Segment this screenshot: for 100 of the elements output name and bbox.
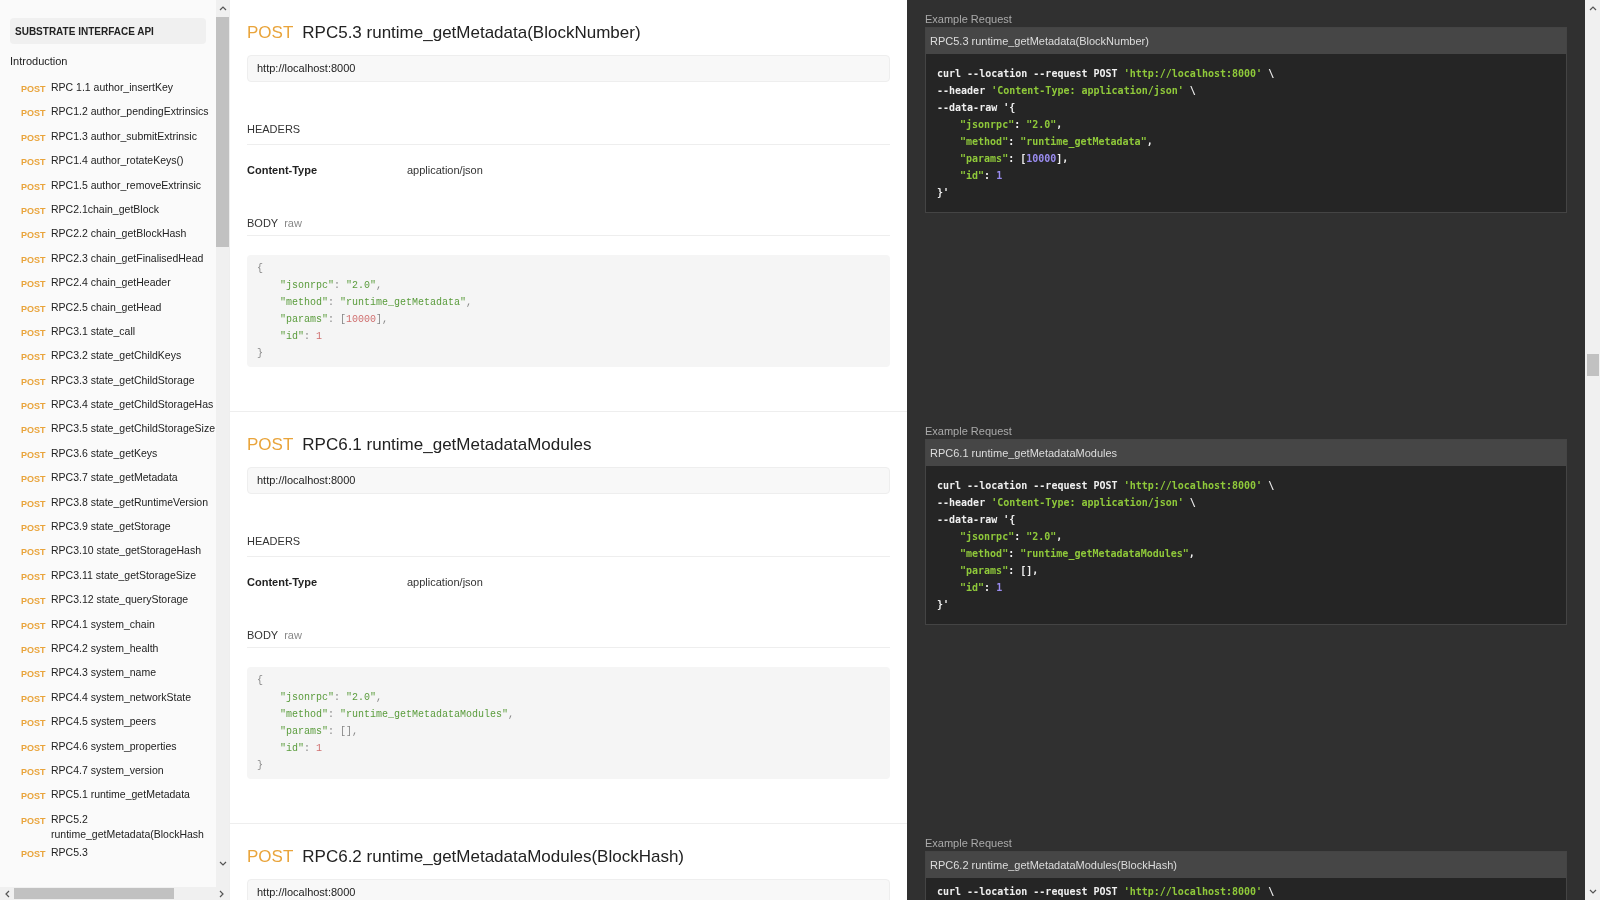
sidebar-item[interactable]: POST RPC1.2 author_pendingExtrinsics [10,101,216,126]
method-label: POST [21,424,47,438]
example-title: RPC6.2 runtime_getMetadataModules(BlockHash) [926,852,1566,878]
sidebar-item[interactable]: POST RPC4.1 system_chain [10,613,216,638]
sidebar-link[interactable]: Introduction [10,53,216,71]
sidebar-item[interactable]: POST RPC1.4 author_rotateKeys() [10,150,216,175]
sidebar-item[interactable]: POST RPC1.5 author_removeExtrinsic [10,174,216,199]
sidebar-item[interactable]: POST RPC2.3 chain_getFinalisedHead [10,247,216,273]
scroll-thumb[interactable] [14,888,174,899]
sidebar-item[interactable]: POST RPC4.3 system_name [10,662,216,687]
method-label: POST [21,644,47,657]
sidebar-item[interactable]: POST RPC3.8 state_getRuntimeVersion [10,491,216,517]
method-label: POST [21,847,47,861]
method-label: POST [21,522,47,536]
scroll-down-icon[interactable] [1588,889,1597,895]
sidebar-item[interactable]: POST RPC3.2 state_getChildKeys [10,345,216,370]
sidebar-item[interactable]: POST RPC3.4 state_getChildStorageHas [10,394,216,419]
sidebar-item[interactable]: POST RPC3.9 state_getStorage [10,516,216,541]
sidebar-item[interactable]: POST RPC5.2 runtime_getMetadata(BlockHash [10,808,216,842]
code-line: "params": [10000], [279,313,389,327]
section-heading: HEADERS [247,535,301,547]
example-label: Example Request [925,12,1013,27]
method-label: POST [21,692,47,706]
header-value: application/json [407,163,483,178]
scroll-thumb[interactable] [1586,354,1599,376]
code-line: "params": [], [959,564,1039,578]
scroll-up-icon[interactable] [1588,5,1597,11]
method-label: POST [21,278,47,292]
method-label: POST [21,326,47,340]
section-heading: BODY [247,215,279,231]
horizontal-scrollbar[interactable] [0,887,229,900]
sidebar-item[interactable]: POST RPC3.11 state_getStorageSize [10,564,216,590]
sidebar-item[interactable]: POST RPC5.3 [10,841,216,867]
code-line: --data-raw '{ [937,101,1016,115]
code-line: } [257,759,263,773]
sidebar-item[interactable]: POST RPC3.10 state_getStorageHash [10,540,216,565]
sidebar-item[interactable]: POST RPC3.12 state_queryStorage [10,589,216,614]
sidebar-item[interactable]: POST RPC3.3 state_getChildStorage [10,369,216,395]
page-scrollbar[interactable] [1585,0,1600,900]
sidebar-item[interactable]: POST RPC3.1 state_call [10,320,216,346]
sidebar-item[interactable]: POST RPC4.2 system_health [10,638,216,663]
code-line: { [257,674,263,688]
sidebar-item[interactable]: POST RPC4.4 system_networkState [10,686,216,712]
method-label: POST [21,668,47,682]
sidebar-item[interactable]: POST RPC4.5 system_peers [10,711,216,736]
code-line: "jsonrpc": "2.0", [959,118,1063,132]
sidebar-item[interactable]: POST RPC 1.1 author_insertKey [10,77,216,102]
method-label: POST [21,448,47,462]
code-line: "params": [10000], [959,152,1069,166]
method-label: POST [21,400,47,414]
method-label: POST [21,180,47,194]
body-mode: raw [284,215,302,231]
method-label: POST [21,595,47,609]
code-line: "method": "runtime_getMetadata", [279,296,473,310]
sidebar-item[interactable]: POST RPC1.3 author_submitExtrinsic [10,125,216,151]
method-label: POST [247,434,294,456]
header-value: application/json [407,575,483,590]
method-label: POST [21,253,47,267]
code-line: { [257,262,263,276]
scroll-up-icon[interactable] [218,5,227,11]
code-line: } [257,347,263,361]
code-line: "jsonrpc": "2.0", [279,691,383,705]
method-label: POST [21,814,47,828]
code-line: --data-raw '{ [937,513,1016,527]
code-line: --header 'Content-Type: application/json' \ [937,84,1196,98]
method-label: POST [21,546,47,560]
method-label: POST [21,83,47,96]
code-line: "jsonrpc": "2.0", [959,530,1063,544]
code-line: "id": 1 [279,330,323,344]
endpoint-title: RPC6.2 runtime_getMetadataModules(BlockHash) [302,846,685,868]
sidebar-item[interactable]: POST RPC3.5 state_getChildStorageSize [10,418,216,443]
code-line: "id": 1 [959,581,1003,595]
code-line: curl --location --request POST 'http://localhost:8000' \ [937,67,1275,81]
method-label: POST [21,351,47,365]
code-line: }' [937,186,950,200]
url-field: http://localhost:8000 [247,467,890,494]
sidebar-item[interactable]: POST RPC4.7 system_version [10,759,216,785]
scroll-down-icon[interactable] [218,861,227,867]
header-name: Content-Type [247,163,319,178]
sidebar-item[interactable]: POST RPC2.4 chain_getHeader [10,272,216,297]
scroll-left-icon[interactable] [4,889,10,898]
sidebar-item[interactable]: POST RPC5.1 runtime_getMetadata [10,784,216,809]
code-line: curl --location --request POST 'http://localhost:8000' \ [937,885,1275,899]
sidebar-item[interactable]: POST RPC2.2 chain_getBlockHash [10,223,216,248]
code-line: "params": [], [279,725,359,739]
sidebar-item[interactable]: POST RPC4.6 system_properties [10,735,216,760]
code-line: "id": 1 [279,742,323,756]
method-label: POST [21,302,47,316]
example-title: RPC6.1 runtime_getMetadataModules [926,440,1566,466]
method-label: POST [21,790,47,804]
scroll-thumb[interactable] [216,17,229,247]
sidebar-item[interactable]: POST RPC2.5 chain_getHead [10,296,216,321]
sidebar-item[interactable]: POST RPC3.6 state_getKeys [10,442,216,468]
endpoint-title: RPC6.1 runtime_getMetadataModules [302,434,592,456]
method-label: POST [21,107,47,121]
sidebar-item[interactable]: POST RPC2.1chain_getBlock [10,198,216,224]
sidebar-item[interactable]: POST RPC3.7 state_getMetadata [10,467,216,492]
vertical-scrollbar[interactable] [216,0,229,887]
method-label: POST [21,156,47,170]
scroll-right-icon[interactable] [219,889,225,898]
